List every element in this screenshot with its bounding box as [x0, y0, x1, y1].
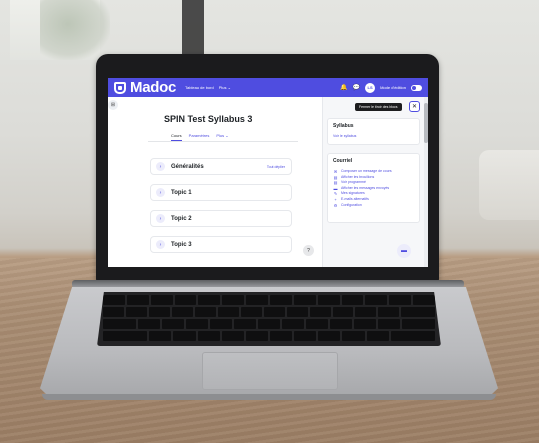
courriel-block: Courriel ✉ Composer un message de cours ▤… — [327, 153, 420, 223]
help-icon[interactable]: ? — [303, 245, 314, 256]
course-tabs: Cours Paramètres Plus ⌄ — [171, 133, 229, 141]
site-logo[interactable]: Madoc — [130, 79, 176, 96]
course-title: SPIN Test Syllabus 3 — [164, 114, 253, 124]
syllabus-block: Syllabus Voir le syllabus — [327, 118, 420, 145]
edit-mode-toggle[interactable] — [411, 84, 422, 91]
laptop-keyboard — [97, 292, 441, 346]
scrollbar-thumb[interactable] — [424, 103, 428, 143]
edit-mode-label: Mode d'édition — [380, 85, 406, 90]
user-avatar[interactable]: LS — [365, 82, 376, 93]
tab-more[interactable]: Plus ⌄ — [216, 133, 228, 141]
tab-settings[interactable]: Paramètres — [189, 133, 210, 141]
section-name: Topic 1 — [171, 189, 192, 196]
configuration-link[interactable]: ⚙ Configuration — [333, 203, 414, 209]
chevron-right-icon[interactable]: › — [156, 188, 165, 197]
laptop-front-edge — [42, 394, 496, 400]
course-index-toggle[interactable]: ⊞ — [108, 100, 118, 110]
close-icon[interactable]: ✕ — [409, 101, 420, 112]
chair — [479, 150, 539, 220]
block-title: Syllabus — [333, 123, 354, 129]
view-syllabus-link[interactable]: Voir le syllabus — [333, 134, 414, 138]
notification-bell-icon[interactable]: 🔔 — [340, 85, 347, 91]
chevron-right-icon[interactable]: › — [156, 240, 165, 249]
laptop-trackpad — [202, 352, 338, 390]
plant — [40, 0, 110, 60]
chevron-right-icon[interactable]: › — [156, 214, 165, 223]
tabs-divider — [148, 141, 298, 142]
close-drawer-tooltip: Fermer le tiroir des blocs — [355, 103, 402, 111]
block-drawer: Fermer le tiroir des blocs ✕ Syllabus Vo… — [322, 97, 428, 267]
messages-icon[interactable]: 💬 — [353, 85, 360, 91]
section-name: Topic 2 — [171, 215, 192, 222]
nav-dashboard-link[interactable]: Tableau de bord — [185, 85, 214, 90]
block-title: Courriel — [333, 158, 353, 164]
chat-icon[interactable]: ▬ — [397, 244, 411, 258]
nav-more-menu[interactable]: Plus ⌄ — [219, 85, 231, 90]
section-name: Topic 3 — [171, 241, 192, 248]
madoc-logo-icon[interactable] — [114, 81, 126, 94]
section-topic-2[interactable]: › Topic 2 — [150, 210, 292, 227]
gear-icon: ⚙ — [333, 202, 338, 208]
section-name: Généralités — [171, 163, 204, 170]
section-topic-1[interactable]: › Topic 1 — [150, 184, 292, 201]
laptop-screen: Madoc Tableau de bord Plus ⌄ 🔔 💬 LS Mode… — [108, 78, 428, 267]
section-generalites[interactable]: › Généralités Tout déplier — [150, 158, 292, 175]
tab-course[interactable]: Cours — [171, 133, 182, 141]
laptop-hinge — [72, 280, 464, 288]
expand-all-link[interactable]: Tout déplier — [267, 165, 285, 169]
top-navbar: Madoc Tableau de bord Plus ⌄ 🔔 💬 LS Mode… — [108, 78, 428, 97]
drawer-scrollbar[interactable] — [424, 97, 428, 267]
section-topic-3[interactable]: › Topic 3 — [150, 236, 292, 253]
chevron-right-icon[interactable]: › — [156, 162, 165, 171]
